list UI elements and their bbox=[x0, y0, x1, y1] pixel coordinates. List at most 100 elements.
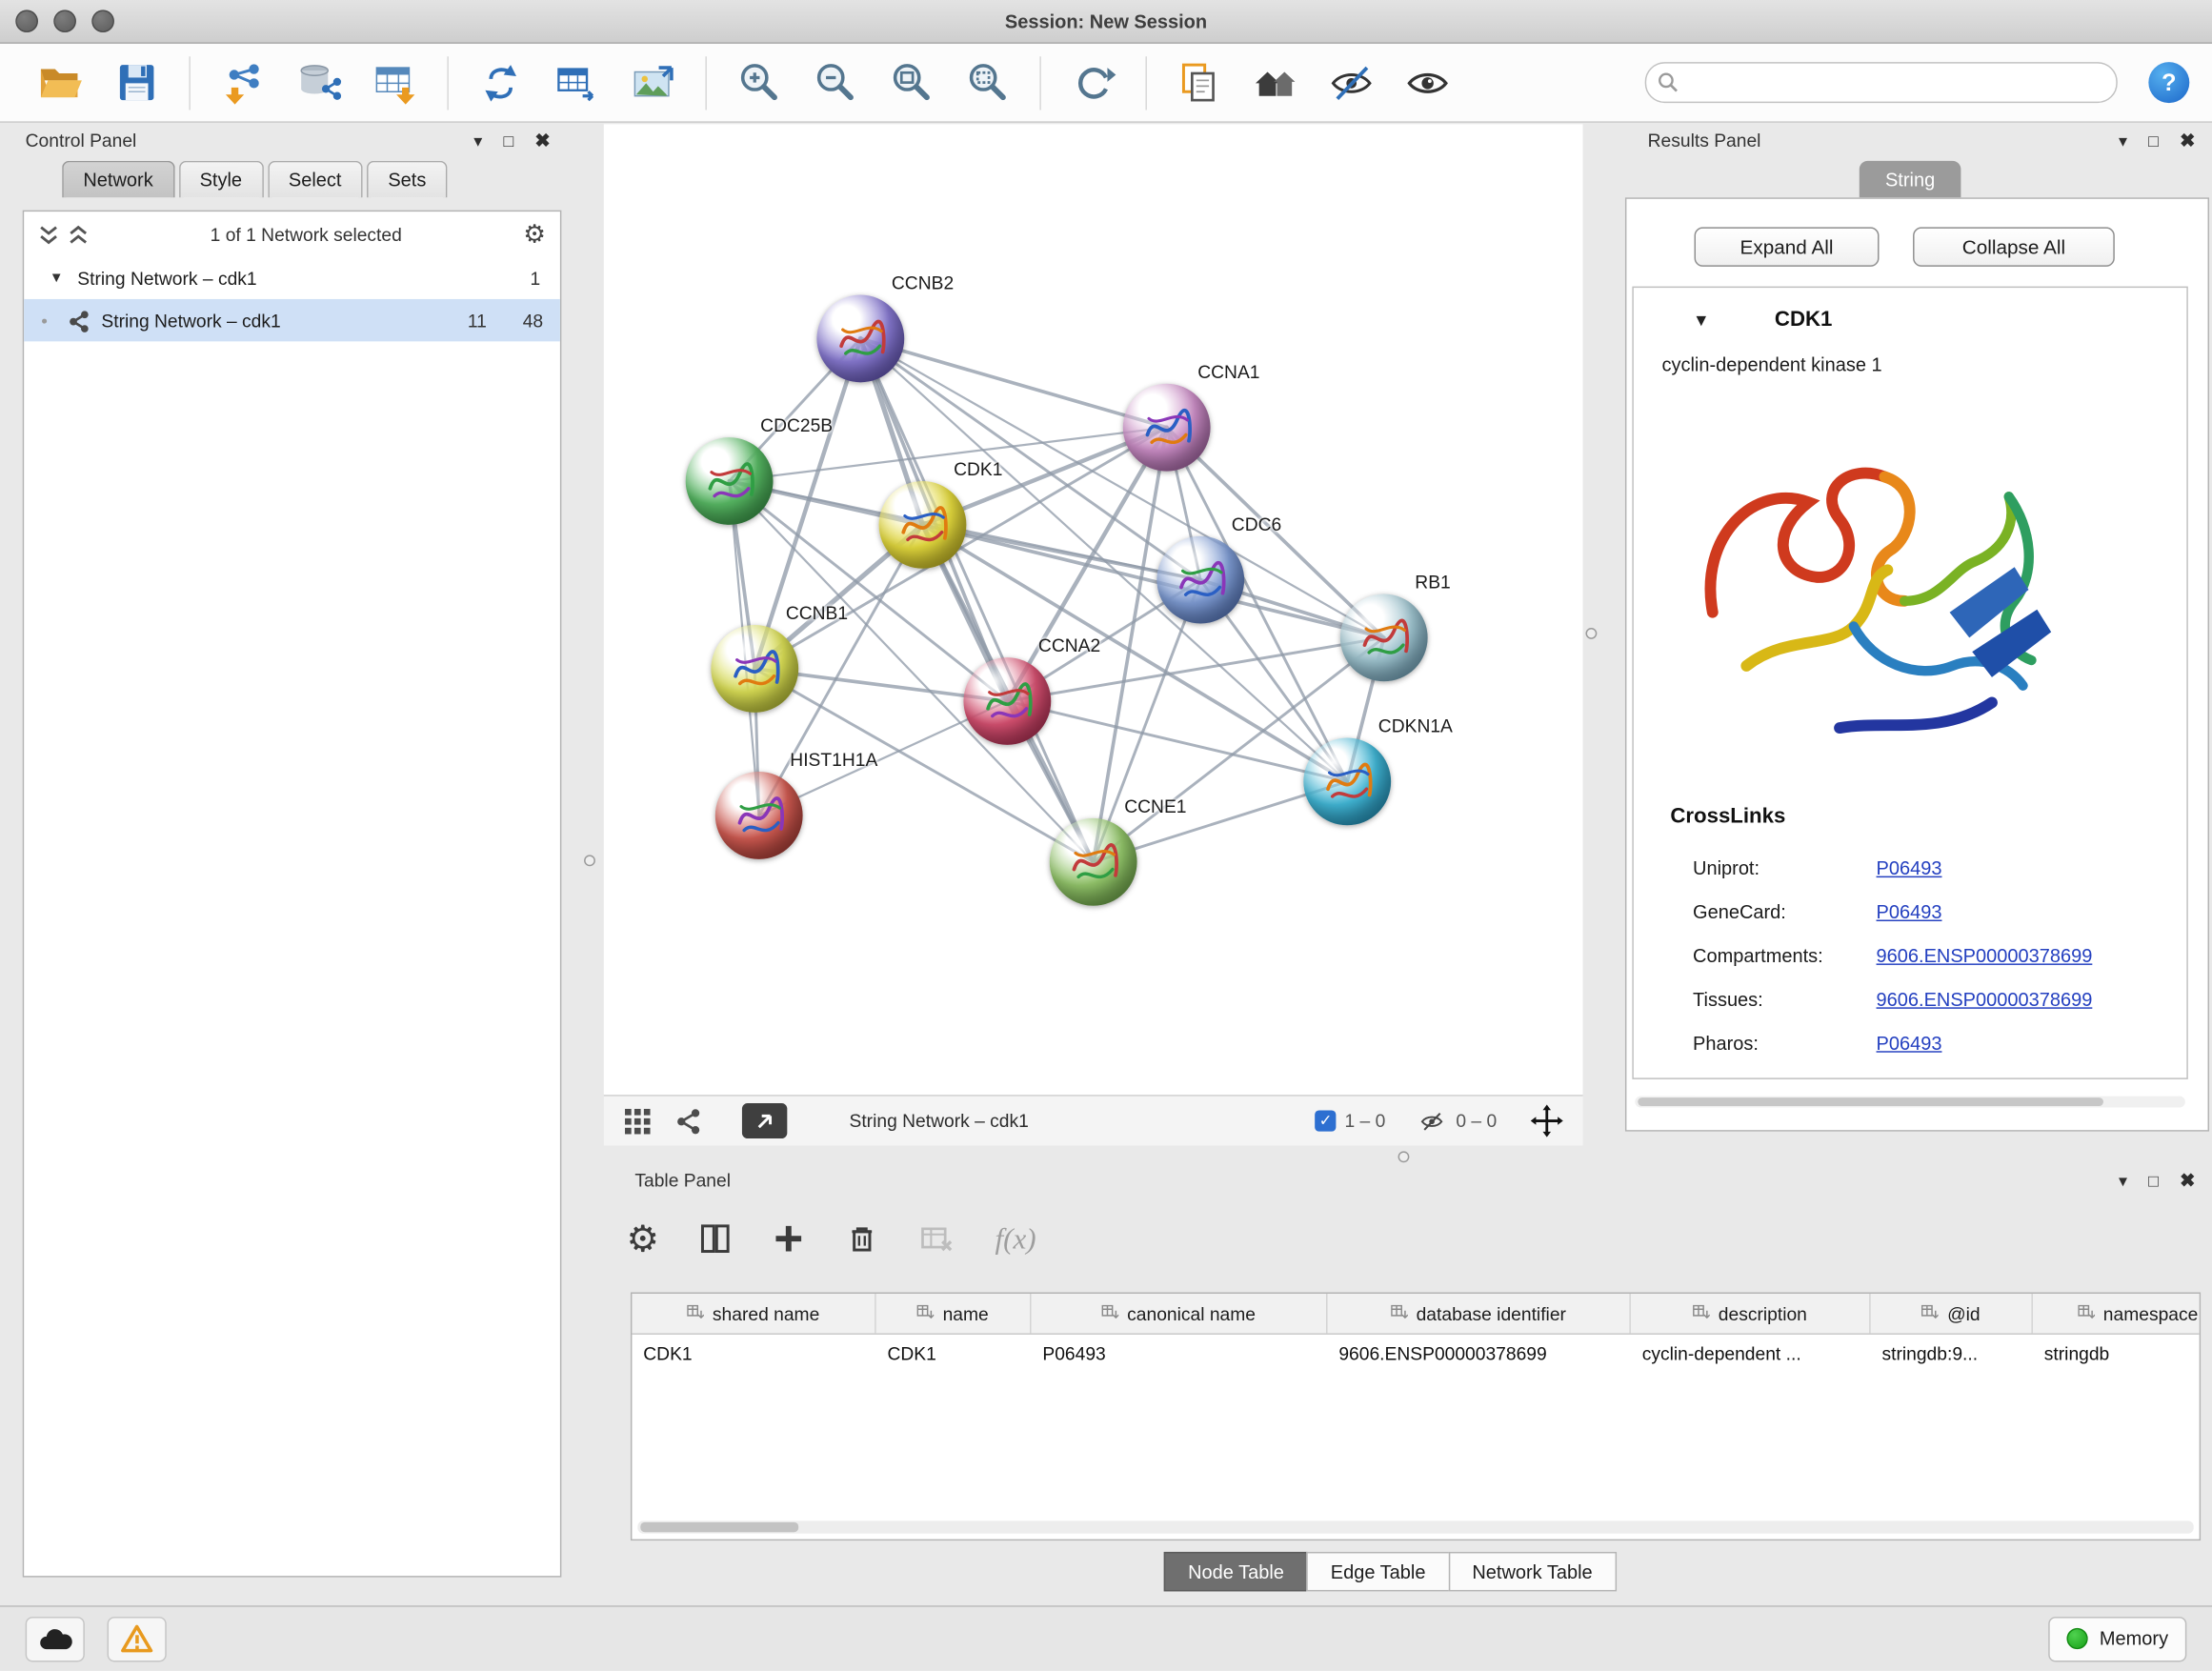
float-panel-icon[interactable]: □ bbox=[2148, 131, 2159, 149]
float-panel-icon[interactable]: □ bbox=[2148, 1172, 2159, 1189]
detach-view-button[interactable] bbox=[742, 1103, 787, 1138]
search-input[interactable] bbox=[1645, 62, 2118, 103]
network-collection-row[interactable]: ▼ String Network – cdk1 1 bbox=[24, 257, 560, 299]
network-node-hist1h1a[interactable] bbox=[715, 772, 803, 859]
zoom-in-button[interactable] bbox=[730, 53, 789, 112]
import-network-from-database-button[interactable] bbox=[290, 53, 349, 112]
network-node-ccne1[interactable] bbox=[1050, 818, 1137, 906]
disclosure-triangle-icon[interactable]: ▼ bbox=[50, 271, 64, 286]
network-node-ccna1[interactable] bbox=[1123, 384, 1211, 472]
expand-all-icon[interactable] bbox=[38, 224, 59, 245]
network-node-ccna2[interactable] bbox=[963, 657, 1051, 745]
tab-edge-table[interactable]: Edge Table bbox=[1307, 1552, 1450, 1591]
column-header--id[interactable]: @id bbox=[1871, 1294, 2033, 1333]
results-horizontal-scrollbar[interactable] bbox=[1635, 1097, 2185, 1108]
network-row-selected[interactable]: ● String Network – cdk1 11 48 bbox=[24, 299, 560, 341]
table-cell[interactable]: stringdb:9... bbox=[1871, 1342, 2033, 1363]
tab-node-table[interactable]: Node Table bbox=[1164, 1552, 1308, 1591]
column-header-namespace[interactable]: namespace bbox=[2033, 1294, 2201, 1333]
save-session-button[interactable] bbox=[108, 53, 167, 112]
collapse-all-icon[interactable] bbox=[68, 224, 89, 245]
table-cell[interactable]: CDK1 bbox=[632, 1342, 875, 1363]
column-header-database-identifier[interactable]: database identifier bbox=[1327, 1294, 1630, 1333]
hidden-eye-slash-icon[interactable] bbox=[1417, 1108, 1448, 1134]
scrollbar-thumb[interactable] bbox=[640, 1522, 798, 1532]
tab-network[interactable]: Network bbox=[62, 161, 174, 198]
selected-checkbox-icon[interactable]: ✓ bbox=[1315, 1110, 1336, 1131]
copy-document-button[interactable] bbox=[1170, 53, 1229, 112]
bottom-splitter-handle[interactable] bbox=[1398, 1151, 1410, 1162]
network-node-cdk1[interactable] bbox=[879, 481, 967, 569]
network-node-ccnb2[interactable] bbox=[816, 295, 904, 383]
close-panel-icon[interactable]: ✖ bbox=[2180, 131, 2195, 150]
crosslink-link[interactable]: P06493 bbox=[1877, 857, 1942, 878]
scrollbar-thumb[interactable] bbox=[1638, 1097, 2103, 1106]
table-settings-gear-icon[interactable]: ⚙ bbox=[627, 1220, 660, 1258]
table-row[interactable]: CDK1CDK1P064939606.ENSP00000378699cyclin… bbox=[632, 1335, 2199, 1372]
zoom-selected-button[interactable] bbox=[958, 53, 1017, 112]
network-edge[interactable] bbox=[860, 338, 1093, 861]
table-cell[interactable]: 9606.ENSP00000378699 bbox=[1327, 1342, 1630, 1363]
right-splitter-handle[interactable] bbox=[1585, 628, 1597, 639]
table-horizontal-scrollbar[interactable] bbox=[637, 1520, 2193, 1533]
open-session-button[interactable] bbox=[31, 53, 90, 112]
table-cell[interactable]: P06493 bbox=[1032, 1342, 1328, 1363]
new-network-from-selection-button[interactable] bbox=[472, 53, 531, 112]
delete-column-trash-icon[interactable] bbox=[846, 1221, 880, 1256]
tab-network-table[interactable]: Network Table bbox=[1448, 1552, 1617, 1591]
close-panel-icon[interactable]: ✖ bbox=[534, 131, 550, 150]
collapse-panel-icon[interactable]: ▾ bbox=[2119, 1172, 2127, 1189]
tab-sets[interactable]: Sets bbox=[367, 161, 447, 198]
network-node-cdc6[interactable] bbox=[1156, 536, 1244, 624]
tab-string[interactable]: String bbox=[1860, 161, 1961, 198]
birds-eye-view-button[interactable] bbox=[1246, 53, 1305, 112]
collapse-panel-icon[interactable]: ▾ bbox=[473, 131, 482, 149]
column-header-name[interactable]: name bbox=[876, 1294, 1032, 1333]
column-header-description[interactable]: description bbox=[1631, 1294, 1871, 1333]
expand-all-button[interactable]: Expand All bbox=[1695, 227, 1880, 266]
zoom-fit-button[interactable] bbox=[882, 53, 941, 112]
export-image-button[interactable] bbox=[624, 53, 683, 112]
grid-view-icon[interactable] bbox=[624, 1107, 653, 1136]
table-cell[interactable]: CDK1 bbox=[876, 1342, 1032, 1363]
add-column-plus-icon[interactable] bbox=[772, 1221, 806, 1256]
network-node-rb1[interactable] bbox=[1340, 594, 1428, 681]
help-button[interactable]: ? bbox=[2148, 62, 2189, 103]
collapse-panel-icon[interactable]: ▾ bbox=[2119, 131, 2127, 149]
apply-layout-button[interactable] bbox=[1064, 53, 1123, 112]
network-edge[interactable] bbox=[860, 338, 1166, 427]
network-edge[interactable] bbox=[922, 525, 1383, 637]
tab-style[interactable]: Style bbox=[178, 161, 263, 198]
collapse-all-button[interactable]: Collapse All bbox=[1913, 227, 2115, 266]
crosslink-link[interactable]: P06493 bbox=[1877, 901, 1942, 922]
import-table-from-file-button[interactable] bbox=[366, 53, 425, 112]
close-panel-icon[interactable]: ✖ bbox=[2180, 1171, 2195, 1189]
warnings-button[interactable] bbox=[108, 1616, 167, 1661]
left-splitter-handle[interactable] bbox=[584, 855, 595, 866]
table-cell[interactable]: stringdb bbox=[2033, 1342, 2201, 1363]
memory-button[interactable]: Memory bbox=[2049, 1616, 2187, 1661]
function-builder-fx-button[interactable]: f(x) bbox=[995, 1221, 1036, 1257]
crosslink-link[interactable]: 9606.ENSP00000378699 bbox=[1877, 945, 2093, 966]
show-all-button[interactable] bbox=[1398, 53, 1458, 112]
crosslink-link[interactable]: 9606.ENSP00000378699 bbox=[1877, 989, 2093, 1010]
crosslink-link[interactable]: P06493 bbox=[1877, 1033, 1942, 1054]
network-view-icon[interactable] bbox=[674, 1107, 703, 1136]
tab-select[interactable]: Select bbox=[268, 161, 363, 198]
network-node-ccnb1[interactable] bbox=[711, 625, 798, 713]
network-node-cdc25b[interactable] bbox=[686, 437, 774, 525]
float-panel-icon[interactable]: □ bbox=[503, 131, 513, 149]
hide-selected-button[interactable] bbox=[1322, 53, 1381, 112]
disclosure-triangle-icon[interactable]: ▼ bbox=[1693, 311, 1710, 331]
export-table-button[interactable] bbox=[548, 53, 607, 112]
gear-icon[interactable]: ⚙ bbox=[523, 219, 546, 249]
zoom-out-button[interactable] bbox=[806, 53, 865, 112]
cloud-status-button[interactable] bbox=[26, 1616, 85, 1661]
pan-crosshair-icon[interactable] bbox=[1531, 1105, 1563, 1137]
show-columns-icon[interactable] bbox=[698, 1221, 733, 1256]
network-node-cdkn1a[interactable] bbox=[1303, 737, 1391, 825]
import-network-from-file-button[interactable] bbox=[213, 53, 272, 112]
network-canvas[interactable]: CCNB2CCNA1CDC25BCDK1CDC6RB1CCNB1CCNA2CDK… bbox=[604, 124, 1583, 1095]
table-cell[interactable]: cyclin-dependent ... bbox=[1631, 1342, 1871, 1363]
column-header-canonical-name[interactable]: canonical name bbox=[1032, 1294, 1328, 1333]
